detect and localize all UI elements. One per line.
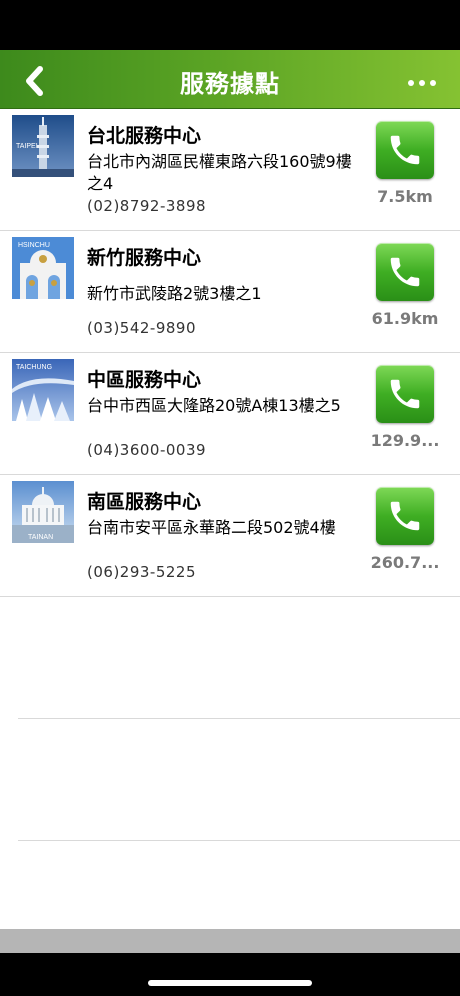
call-button[interactable]	[376, 487, 434, 545]
home-indicator-area	[0, 953, 460, 996]
location-title: 台北服務中心	[87, 125, 202, 147]
location-phone: (04)3600-0039	[87, 441, 207, 459]
empty-list-row	[18, 597, 460, 719]
location-address: 台北市內湖區民權東路六段160號9樓之4	[87, 152, 352, 193]
list-item[interactable]: HSINCHU 新竹服務中心 新竹市武陵路2號3樓之1 (03)542-9890…	[0, 231, 460, 353]
phone-icon	[390, 257, 420, 287]
location-photo: TAINAN	[12, 481, 74, 543]
list-item[interactable]: TAIPEI 台北服務中心 台北市內湖區民權東路六段160號9樓之4 (02)8…	[0, 109, 460, 231]
list-item[interactable]: TAICHUNG 中區服務中心 台中市西區大隆路20號A棟13樓之5 (04)3…	[0, 353, 460, 475]
svg-text:TAINAN: TAINAN	[28, 534, 53, 541]
location-phone: (03)542-9890	[87, 319, 197, 337]
location-photo: TAICHUNG	[12, 359, 74, 421]
location-address: 台中市西區大隆路20號A棟13樓之5	[87, 396, 341, 415]
phone-icon	[390, 379, 420, 409]
location-title: 中區服務中心	[87, 369, 202, 391]
svg-text:TAICHUNG: TAICHUNG	[16, 364, 52, 371]
location-phone: (06)293-5225	[87, 563, 197, 581]
svg-text:TAIPEI: TAIPEI	[16, 143, 38, 150]
location-title: 新竹服務中心	[87, 247, 202, 269]
location-phone: (02)8792-3898	[87, 197, 207, 215]
location-address: 新竹市武陵路2號3樓之1	[87, 284, 262, 303]
distance-label: 129.9...	[370, 431, 440, 450]
location-list: TAIPEI 台北服務中心 台北市內湖區民權東路六段160號9樓之4 (02)8…	[0, 109, 460, 929]
bottom-toolbar	[0, 929, 460, 953]
distance-label: 7.5km	[377, 187, 433, 206]
empty-list-row	[18, 719, 460, 841]
call-button[interactable]	[376, 121, 434, 179]
location-title: 南區服務中心	[87, 491, 202, 513]
list-item[interactable]: TAINAN 南區服務中心 台南市安平區永華路二段502號4樓 (06)293-…	[0, 475, 460, 597]
more-button[interactable]	[404, 64, 440, 98]
distance-label: 61.9km	[371, 309, 439, 328]
distance-label: 260.7...	[370, 553, 440, 572]
call-button[interactable]	[376, 365, 434, 423]
location-photo: HSINCHU	[12, 237, 74, 299]
svg-text:HSINCHU: HSINCHU	[18, 242, 50, 249]
navigation-bar: 服務據點	[0, 50, 460, 109]
status-bar	[0, 0, 460, 50]
phone-icon	[390, 501, 420, 531]
page-title: 服務據點	[180, 70, 280, 98]
location-photo: TAIPEI	[12, 115, 74, 177]
more-horizontal-icon	[408, 80, 414, 86]
call-button[interactable]	[376, 243, 434, 301]
home-indicator[interactable]	[148, 980, 312, 986]
phone-icon	[390, 135, 420, 165]
location-address: 台南市安平區永華路二段502號4樓	[87, 518, 336, 537]
